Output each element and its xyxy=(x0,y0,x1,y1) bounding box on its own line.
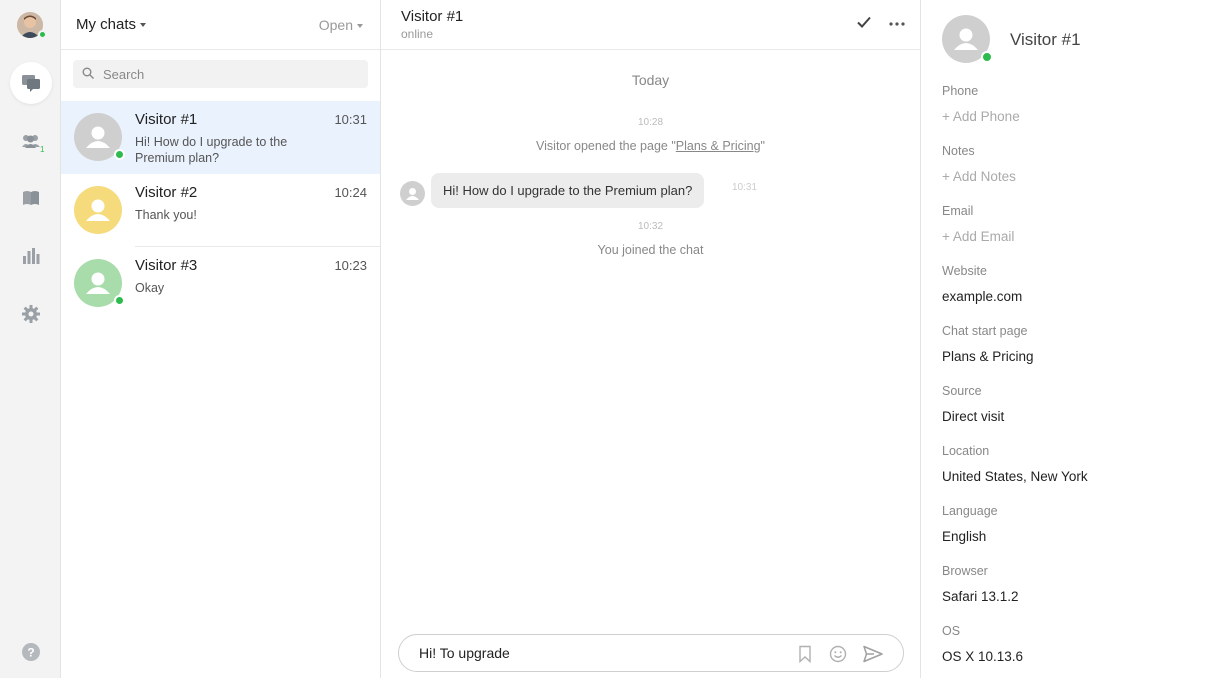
more-options-icon[interactable] xyxy=(888,16,906,32)
system-message-text: Visitor opened the page " xyxy=(536,139,676,153)
details-visitor-name: Visitor #1 xyxy=(1010,30,1081,49)
chat-visitor-name: Visitor #1 xyxy=(135,111,198,128)
add-notes-link[interactable]: + Add Notes xyxy=(942,169,1016,184)
chat-list-item[interactable]: Visitor #1 10:31 Hi! How do I upgrade to… xyxy=(61,101,380,174)
visitor-message-bubble: Hi! How do I upgrade to the Premium plan… xyxy=(431,173,705,208)
chat-preview: Thank you! xyxy=(135,208,197,222)
field-label: Email xyxy=(942,204,974,218)
field-value: United States, New York xyxy=(942,469,1088,484)
field-language: Language English xyxy=(942,504,998,544)
field-label: Phone xyxy=(942,84,979,98)
chat-time: 10:23 xyxy=(334,258,367,273)
reports-nav-button[interactable] xyxy=(10,235,52,277)
bookmark-icon[interactable] xyxy=(798,645,812,663)
settings-icon xyxy=(22,305,40,323)
search-icon xyxy=(82,67,94,79)
chat-time: 10:24 xyxy=(334,185,367,200)
chats-icon xyxy=(22,75,40,92)
event-timestamp: 10:32 xyxy=(637,221,664,232)
agent-status-dot xyxy=(38,30,47,39)
field-label: Browser xyxy=(942,564,988,578)
field-label: Chat start page xyxy=(942,324,1028,338)
visitor-details-panel: Visitor #1 Phone + Add Phone Notes + Add… xyxy=(922,0,1221,678)
chat-list-item[interactable]: Visitor #2 10:24 Thank you! xyxy=(61,174,380,247)
chat-time: 10:31 xyxy=(334,112,367,127)
settings-nav-button[interactable] xyxy=(10,293,52,335)
system-message: Visitor opened the page "Plans & Pricing… xyxy=(381,139,920,153)
svg-text:?: ? xyxy=(27,646,34,660)
conversation-visitor-name: Visitor #1 xyxy=(401,8,464,25)
field-value: example.com xyxy=(942,289,1023,304)
status-filter-dropdown[interactable]: Open xyxy=(319,17,363,33)
visitors-badge: 1 xyxy=(40,145,45,154)
chat-visitor-name: Visitor #3 xyxy=(135,257,198,274)
field-value: Plans & Pricing xyxy=(942,349,1034,364)
add-email-link[interactable]: + Add Email xyxy=(942,229,1014,244)
online-status-dot xyxy=(114,295,125,306)
chat-list-header: My chats Open xyxy=(61,0,380,50)
chats-nav-button[interactable] xyxy=(10,62,52,104)
field-phone: Phone + Add Phone xyxy=(942,84,1020,124)
field-browser: Browser Safari 13.1.2 xyxy=(942,564,1019,604)
emoji-icon[interactable] xyxy=(829,645,847,663)
search-input[interactable] xyxy=(103,60,353,88)
conversation-panel: Visitor #1 online Today 10:28 Visitor op… xyxy=(381,0,921,678)
chat-preview: Hi! How do I upgrade to the Premium plan… xyxy=(135,135,288,165)
chat-list-title: My chats xyxy=(76,16,137,33)
chat-list-panel: My chats Open Visitor #1 10:31 Hi! How d… xyxy=(61,0,381,678)
help-icon: ? xyxy=(22,643,40,661)
nav-rail: 1 ? xyxy=(0,0,61,678)
field-notes: Notes + Add Notes xyxy=(942,144,1016,184)
message-composer xyxy=(398,634,904,672)
visitors-icon xyxy=(22,135,40,148)
chat-list-dropdown[interactable]: My chats xyxy=(76,16,147,33)
field-label: Location xyxy=(942,444,990,458)
archive-icon xyxy=(23,191,39,205)
field-value: OS X 10.13.6 xyxy=(942,649,1024,664)
field-os: OS OS X 10.13.6 xyxy=(942,624,1023,664)
field-source: Source Direct visit xyxy=(942,384,1004,424)
field-website: Website example.com xyxy=(942,264,1022,304)
field-value: Safari 13.1.2 xyxy=(942,589,1019,604)
message-input[interactable] xyxy=(419,635,779,671)
reports-icon xyxy=(23,248,40,264)
conversation-status: online xyxy=(401,27,434,41)
send-icon[interactable] xyxy=(863,645,883,663)
search-box xyxy=(73,60,368,88)
chevron-down-icon xyxy=(357,24,363,29)
field-label: OS xyxy=(942,624,961,638)
day-separator: Today xyxy=(631,72,670,88)
field-label: Notes xyxy=(942,144,975,158)
chat-preview: Okay xyxy=(135,281,165,295)
field-location: Location United States, New York xyxy=(942,444,1088,484)
field-value: English xyxy=(942,529,987,544)
help-button[interactable]: ? xyxy=(10,631,52,673)
field-label: Website xyxy=(942,264,987,278)
online-status-dot xyxy=(114,149,125,160)
event-timestamp: 10:28 xyxy=(637,117,664,128)
chat-list-item[interactable]: Visitor #3 10:23 Okay xyxy=(61,247,380,320)
field-label: Language xyxy=(942,504,998,518)
field-email: Email + Add Email xyxy=(942,204,1014,244)
page-link[interactable]: Plans & Pricing xyxy=(676,139,761,153)
system-message: You joined the chat xyxy=(597,243,704,257)
add-phone-link[interactable]: + Add Phone xyxy=(942,109,1020,124)
field-value: Direct visit xyxy=(942,409,1005,424)
visitor-avatar xyxy=(74,186,122,234)
message-time: 10:31 xyxy=(732,182,758,193)
field-chat-start-page: Chat start page Plans & Pricing xyxy=(942,324,1034,364)
checkmark-icon[interactable] xyxy=(856,15,872,29)
chat-visitor-name: Visitor #2 xyxy=(135,184,198,201)
field-label: Source xyxy=(942,384,982,398)
visitors-nav-button[interactable]: 1 xyxy=(10,120,52,162)
status-filter-label: Open xyxy=(318,17,353,33)
chevron-down-icon xyxy=(140,23,147,28)
conversation-header: Visitor #1 online xyxy=(381,0,920,50)
visitor-avatar xyxy=(400,181,425,206)
archive-nav-button[interactable] xyxy=(10,177,52,219)
system-message-text: " xyxy=(760,139,765,153)
online-status-dot xyxy=(981,51,993,63)
